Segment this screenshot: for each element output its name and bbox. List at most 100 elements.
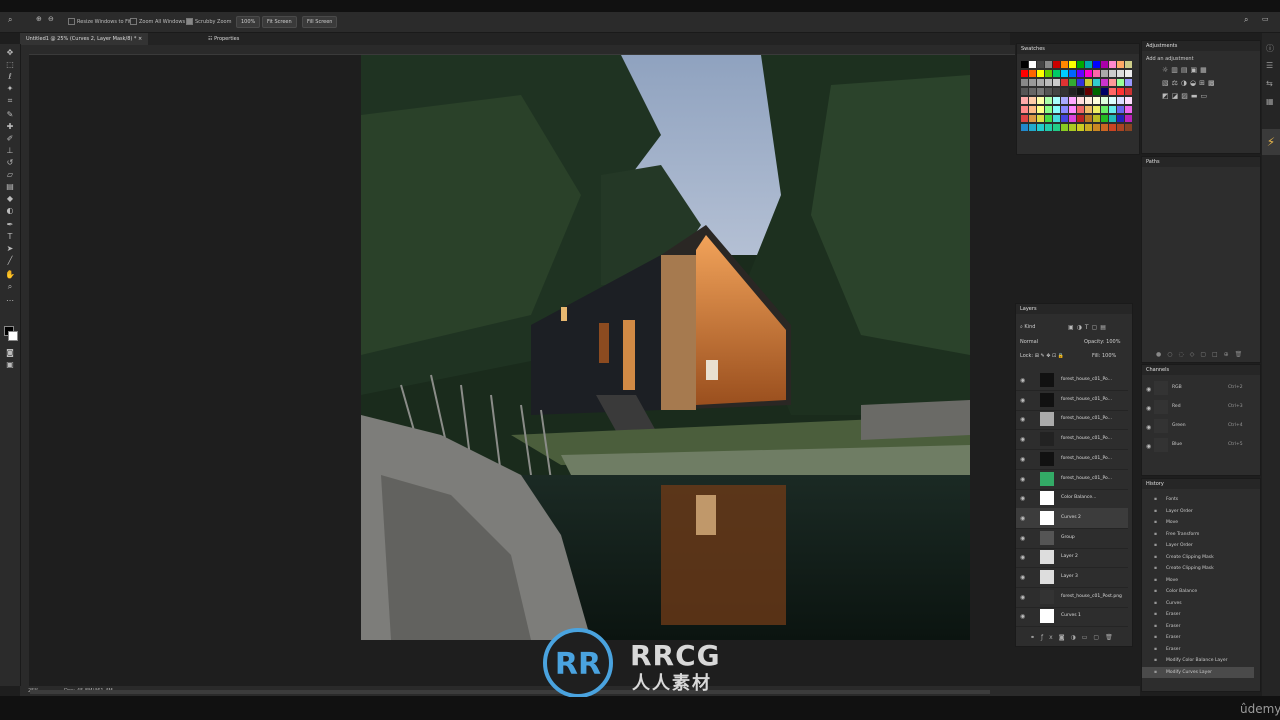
visibility-eye-icon[interactable]: ◉: [1020, 495, 1025, 502]
color-swatch[interactable]: [1061, 106, 1068, 113]
color-swatch[interactable]: [1037, 124, 1044, 131]
visibility-eye-icon[interactable]: ◉: [1020, 613, 1025, 620]
history-item[interactable]: ▪ Modify Curves Layer: [1142, 666, 1254, 678]
history-item[interactable]: ▪ Fonts: [1142, 494, 1254, 506]
color-swatch[interactable]: [1069, 106, 1076, 113]
color-swatch[interactable]: [1101, 70, 1108, 77]
color-swatch[interactable]: [1053, 88, 1060, 95]
color-swatch[interactable]: [1069, 70, 1076, 77]
document-canvas[interactable]: [361, 55, 970, 640]
brush-tool-icon[interactable]: ✐: [5, 134, 15, 144]
history-item[interactable]: ▪ Eraser: [1142, 632, 1254, 644]
color-swatch[interactable]: [1053, 61, 1060, 68]
color-swatch[interactable]: [1101, 124, 1108, 131]
color-swatch[interactable]: [1109, 97, 1116, 104]
zoom-tool-icon[interactable]: ⌕: [8, 15, 12, 25]
visibility-eye-icon[interactable]: ◉: [1020, 515, 1025, 522]
channel-row[interactable]: ◉ Green Ctrl+4: [1142, 417, 1254, 435]
color-swatch[interactable]: [1061, 124, 1068, 131]
color-swatch[interactable]: [1117, 106, 1124, 113]
color-swatch[interactable]: [1109, 106, 1116, 113]
resize-windows-checkbox[interactable]: Resize Windows to Fit: [68, 18, 131, 25]
close-tab-icon[interactable]: ×: [138, 36, 142, 42]
history-item[interactable]: ▪ Move: [1142, 575, 1254, 587]
layer-row[interactable]: ◉ Curves 1: [1016, 606, 1128, 628]
color-swatch[interactable]: [1077, 79, 1084, 86]
history-item[interactable]: ▪ Layer Order: [1142, 540, 1254, 552]
channel-row[interactable]: ◉ RGB Ctrl+2: [1142, 379, 1254, 397]
color-swatch[interactable]: [1053, 106, 1060, 113]
color-swatch[interactable]: [1085, 124, 1092, 131]
zoom-all-checkbox[interactable]: Zoom All Windows: [130, 18, 185, 25]
color-swatch[interactable]: [1037, 79, 1044, 86]
color-swatch[interactable]: [1037, 106, 1044, 113]
color-swatch[interactable]: [1077, 115, 1084, 122]
history-brush-tool-icon[interactable]: ↺: [5, 158, 15, 168]
color-swatch[interactable]: [1085, 70, 1092, 77]
color-swatch[interactable]: [1125, 106, 1132, 113]
color-swatch[interactable]: [1045, 97, 1052, 104]
history-item[interactable]: ▪ Eraser: [1142, 609, 1254, 621]
history-item[interactable]: ▪ Layer Order: [1142, 506, 1254, 518]
color-swatch[interactable]: [1085, 97, 1092, 104]
stamp-tool-icon[interactable]: ⊥: [5, 146, 15, 156]
color-swatch[interactable]: [1045, 88, 1052, 95]
eyedropper-tool-icon[interactable]: ✎: [5, 110, 15, 120]
color-swatch[interactable]: [1101, 88, 1108, 95]
layer-row[interactable]: ◉ Group: [1016, 528, 1128, 549]
gradient-tool-icon[interactable]: ▤: [5, 182, 15, 192]
color-swatch[interactable]: [1029, 61, 1036, 68]
screen-mode-icon[interactable]: ▣: [5, 360, 15, 370]
history-item[interactable]: ▪ Free Transform: [1142, 529, 1254, 541]
adjustment-icons-row-2[interactable]: ▧⚖◑◒⊞▩: [1162, 79, 1218, 87]
properties-tab[interactable]: ☷ Properties: [202, 33, 245, 45]
color-swatch[interactable]: [1125, 115, 1132, 122]
crop-tool-icon[interactable]: ⌗: [5, 96, 15, 106]
color-swatch[interactable]: [1093, 115, 1100, 122]
color-swatch[interactable]: [1061, 97, 1068, 104]
lasso-tool-icon[interactable]: ℓ: [5, 72, 15, 82]
color-swatch[interactable]: [1029, 97, 1036, 104]
color-swatch[interactable]: [1077, 97, 1084, 104]
color-swatch[interactable]: [1093, 61, 1100, 68]
properties-dock-icon[interactable]: ▦: [1266, 97, 1274, 106]
color-swatch[interactable]: [1125, 97, 1132, 104]
color-swatch[interactable]: [1069, 97, 1076, 104]
move-tool-icon[interactable]: ✥: [5, 48, 15, 58]
color-swatch[interactable]: [1109, 70, 1116, 77]
color-swatch[interactable]: [1077, 124, 1084, 131]
color-swatch[interactable]: [1077, 70, 1084, 77]
color-swatch[interactable]: [1061, 61, 1068, 68]
color-swatch[interactable]: [1053, 97, 1060, 104]
color-swatch[interactable]: [1069, 115, 1076, 122]
scrubby-zoom-checkbox[interactable]: Scrubby Zoom: [186, 18, 231, 25]
color-swatch[interactable]: [1069, 79, 1076, 86]
color-swatch[interactable]: [1093, 88, 1100, 95]
color-swatch[interactable]: [1037, 61, 1044, 68]
color-swatch[interactable]: [1045, 124, 1052, 131]
color-swatch[interactable]: [1117, 124, 1124, 131]
color-swatch[interactable]: [1085, 79, 1092, 86]
color-swatch[interactable]: [1125, 88, 1132, 95]
layer-row[interactable]: ◉ Layer 3: [1016, 567, 1128, 588]
layer-row[interactable]: ◉ Color Balance...: [1016, 488, 1128, 510]
history-item[interactable]: ▪ Create Clipping Mask: [1142, 563, 1254, 575]
color-swatch[interactable]: [1077, 88, 1084, 95]
opacity-value[interactable]: 100%: [1106, 339, 1120, 345]
blur-tool-icon[interactable]: ◆: [5, 194, 15, 204]
plugin-icon[interactable]: ⚡: [1262, 129, 1280, 155]
color-swatch[interactable]: [1101, 97, 1108, 104]
color-swatch[interactable]: [1053, 115, 1060, 122]
color-swatch[interactable]: [1021, 79, 1028, 86]
paths-footer-icons[interactable]: ●○◌◇▢□⊕🗑: [1156, 351, 1248, 358]
eraser-tool-icon[interactable]: ▱: [5, 170, 15, 180]
visibility-eye-icon[interactable]: ◉: [1020, 397, 1025, 404]
zoom-100-button[interactable]: 100%: [236, 16, 261, 28]
adjust-icon[interactable]: ⇆: [1266, 79, 1273, 88]
color-swatch[interactable]: [1125, 70, 1132, 77]
color-swatch[interactable]: [1109, 61, 1116, 68]
color-swatch[interactable]: [1069, 61, 1076, 68]
color-swatch[interactable]: [1029, 124, 1036, 131]
color-swatch[interactable]: [1021, 106, 1028, 113]
quick-mask-icon[interactable]: ◙: [5, 348, 15, 358]
